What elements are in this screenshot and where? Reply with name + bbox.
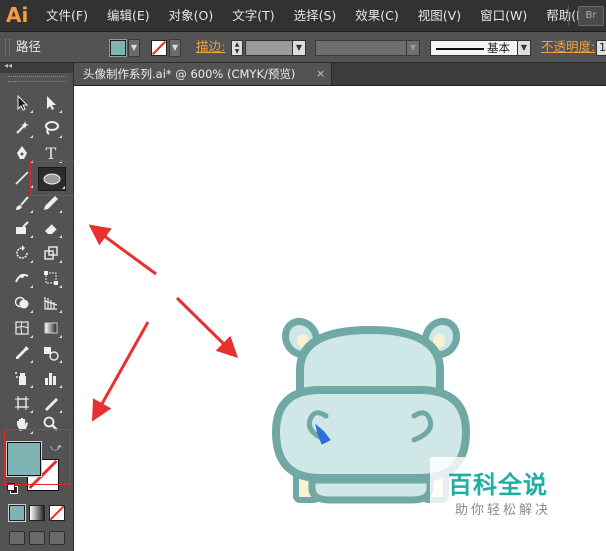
lasso-tool-icon[interactable] [40,119,62,139]
selection-tool-icon[interactable] [11,94,33,114]
stroke-weight-field[interactable] [245,40,293,56]
bridge-button[interactable]: Br [578,6,604,26]
menu-separator [568,5,569,26]
stroke-dropdown-icon[interactable]: ▼ [169,39,181,57]
draw-normal-button[interactable] [9,531,25,545]
column-graph-tool-icon[interactable] [40,369,62,389]
artboard-tool-icon[interactable] [11,394,33,414]
gradient-mode-button[interactable] [29,505,45,521]
scale-tool-icon[interactable] [40,244,62,264]
eraser-tool-icon[interactable] [40,219,62,239]
eyedropper-tool-icon[interactable] [11,344,33,364]
draw-inside-button[interactable] [49,531,65,545]
draw-behind-button[interactable] [29,531,45,545]
tools-panel-grip[interactable] [8,76,66,82]
brush-definition-label: 基本 [487,41,510,55]
fill-swatch[interactable] [109,39,127,57]
tools-panel-header: ◂◂ [0,61,73,73]
menu-file[interactable]: 文件(F) [46,0,94,31]
direct-selection-tool-icon[interactable] [40,94,62,114]
rotate-tool-icon[interactable] [11,244,33,264]
close-icon[interactable]: × [316,63,325,85]
pencil-tool-icon[interactable] [40,194,62,214]
drawing-mode-row [9,531,65,545]
document-tab[interactable]: 头像制作系列.ai* @ 600% (CMYK/预览) × [74,63,332,85]
hippo-jaw [308,476,434,504]
gradient-tool-icon[interactable] [40,319,62,339]
perspective-grid-tool-icon[interactable] [40,294,62,314]
paintbrush-tool-icon[interactable] [11,194,33,214]
brush-dropdown-icon[interactable]: ▼ [517,40,531,56]
menu-window[interactable]: 窗口(W) [480,0,533,31]
blend-tool-icon[interactable] [40,344,62,364]
variable-width-profile[interactable] [315,40,407,56]
collapse-icon[interactable]: ◂◂ [4,61,12,70]
watermark-subtitle: 助你轻松解决 [455,503,552,518]
control-bar-grip[interactable] [5,39,10,55]
color-mode-row [8,504,65,522]
slice-tool-icon[interactable] [40,394,62,414]
menu-bar: Ai 文件(F) 编辑(E) 对象(O) 文字(T) 选择(S) 效果(C) 视… [0,0,606,32]
artboard-canvas[interactable]: 百科全说 助你轻松解决 [74,86,606,551]
menu-object[interactable]: 对象(O) [169,0,220,31]
stroke-weight-label[interactable]: 描边: [196,32,225,62]
control-bar: 路径 ▼ ▼ 描边: ▲ ▼ ▼ ▼ 基本 ▼ 不透明度: 1 [0,32,606,63]
illustrator-logo: Ai [6,3,29,27]
menu-edit[interactable]: 编辑(E) [107,0,156,31]
opacity-label[interactable]: 不透明度: [541,32,595,62]
brush-stroke-preview [436,48,484,50]
free-transform-tool-icon[interactable] [40,269,62,289]
document-tab-title: 头像制作系列.ai* @ 600% (CMYK/预览) [83,67,296,81]
document-tab-bar: 头像制作系列.ai* @ 600% (CMYK/预览) × [74,63,606,86]
stroke-swatch[interactable] [151,40,167,56]
menu-effect[interactable]: 效果(C) [355,0,404,31]
opacity-field[interactable]: 1 [596,40,606,56]
blob-brush-tool-icon[interactable] [11,219,33,239]
color-mode-button[interactable] [8,504,26,522]
mesh-tool-icon[interactable] [11,319,33,339]
menu-view[interactable]: 视图(V) [418,0,467,31]
selection-type-label: 路径 [16,39,42,54]
menu-type[interactable]: 文字(T) [232,0,280,31]
baike-watermark: 百科全说 助你轻松解决 [430,457,580,525]
watermark-title: 百科全说 [448,471,548,499]
fill-color-box[interactable] [6,441,42,477]
fill-dropdown-icon[interactable]: ▼ [128,39,140,57]
tools-panel: ◂◂ T ⤻ [0,61,86,551]
none-mode-button[interactable] [49,505,65,521]
symbol-sprayer-tool-icon[interactable] [11,369,33,389]
variable-width-dropdown-icon[interactable]: ▼ [406,40,420,56]
shape-builder-tool-icon[interactable] [11,294,33,314]
stroke-weight-dropdown-icon[interactable]: ▼ [292,40,306,56]
brush-definition-field[interactable]: 基本 [430,40,518,56]
menu-select[interactable]: 选择(S) [294,0,343,31]
magic-wand-tool-icon[interactable] [11,119,33,139]
main-menu: 文件(F) 编辑(E) 对象(O) 文字(T) 选择(S) 效果(C) 视图(V… [46,0,606,31]
width-tool-icon[interactable] [11,269,33,289]
stroke-weight-spinner[interactable]: ▲ ▼ [231,40,243,56]
